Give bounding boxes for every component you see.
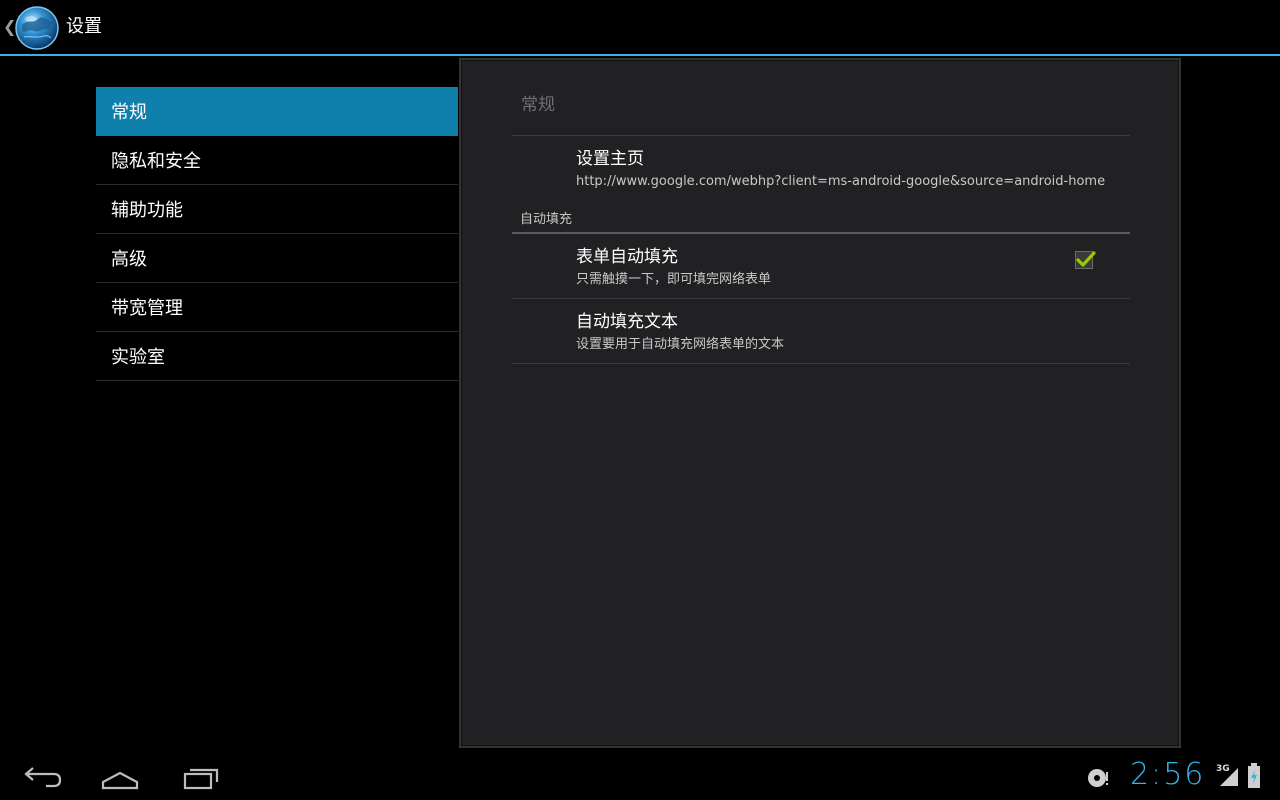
header-item-label: 常规	[111, 102, 147, 123]
header-item-general[interactable]: 常规	[96, 87, 458, 136]
form-autofill-checkbox[interactable]	[1075, 251, 1096, 269]
preferences-panel: 常规 设置主页 http://www.google.com/webhp?clie…	[459, 58, 1181, 748]
page-title: 设置	[66, 16, 102, 37]
category-autofill: 自动填充	[520, 212, 573, 227]
pref-title: 设置主页	[576, 149, 644, 169]
pref-title: 表单自动填充	[576, 247, 678, 267]
back-icon[interactable]	[16, 760, 66, 794]
autofill-text-preference[interactable]: 自动填充文本 设置要用于自动填充网络表单的文本	[512, 299, 1130, 363]
header-item-label: 辅助功能	[111, 200, 183, 221]
pref-summary: 只需触摸一下，即可填完网络表单	[576, 272, 772, 287]
header-item-advanced[interactable]: 高级	[96, 234, 458, 283]
pref-summary: 设置要用于自动填充网络表单的文本	[576, 337, 785, 352]
homepage-preference[interactable]: 设置主页 http://www.google.com/webhp?client=…	[512, 136, 1130, 202]
action-bar-divider	[0, 54, 1280, 56]
sd-card-alert-icon[interactable]	[1086, 766, 1112, 790]
pref-summary: http://www.google.com/webhp?client=ms-an…	[576, 174, 1106, 189]
section-title: 常规	[521, 95, 555, 115]
action-bar: ❮ 设置	[0, 0, 1280, 54]
checkmark-icon	[1076, 251, 1096, 267]
header-item-label: 隐私和安全	[111, 151, 201, 172]
header-item-label: 带宽管理	[111, 298, 183, 319]
home-icon[interactable]	[95, 760, 145, 794]
recent-apps-icon[interactable]	[177, 760, 227, 794]
battery-charging-icon	[1248, 763, 1260, 788]
signal-icon	[1220, 768, 1238, 786]
pref-title: 自动填充文本	[576, 312, 678, 332]
clock[interactable]: 2:56	[1130, 758, 1205, 792]
divider	[512, 363, 1130, 364]
settings-headers-list: 常规 隐私和安全 辅助功能 高级 带宽管理 实验室	[96, 87, 458, 381]
header-item-accessibility[interactable]: 辅助功能	[96, 185, 458, 234]
globe-icon[interactable]	[14, 5, 60, 51]
header-item-bandwidth[interactable]: 带宽管理	[96, 283, 458, 332]
header-item-privacy-security[interactable]: 隐私和安全	[96, 136, 458, 185]
header-item-label: 实验室	[111, 347, 165, 368]
header-item-labs[interactable]: 实验室	[96, 332, 458, 381]
system-bar: 2:56 3G	[0, 752, 1280, 800]
header-item-label: 高级	[111, 249, 147, 270]
form-autofill-preference[interactable]: 表单自动填充 只需触摸一下，即可填完网络表单	[512, 234, 1130, 298]
